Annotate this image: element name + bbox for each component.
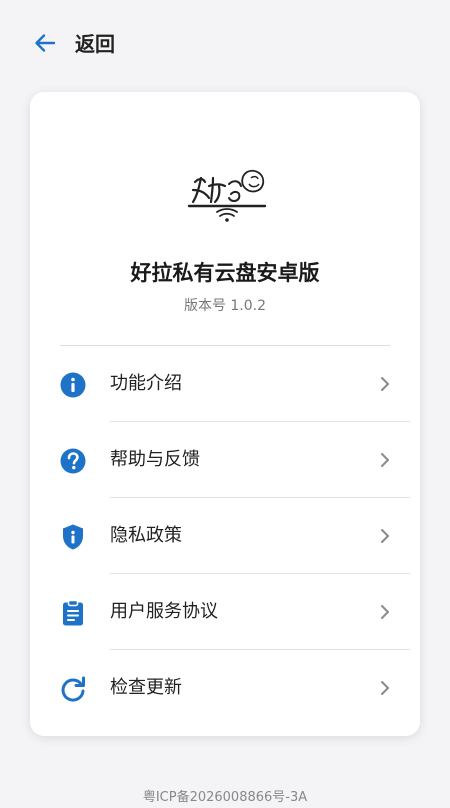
icp-footer[interactable]: 粤ICP备2026008866号-3A: [0, 788, 450, 808]
menu-item-privacy-policy[interactable]: 隐私政策: [30, 498, 420, 574]
menu-item-label: 检查更新: [110, 677, 182, 698]
menu-item-label: 用户服务协议: [110, 601, 218, 622]
menu-item-label: 隐私政策: [110, 525, 182, 546]
menu-item-label: 帮助与反馈: [110, 449, 200, 470]
chevron-right-icon: [381, 681, 389, 695]
header-bar: 返回: [0, 0, 450, 88]
app-logo: [187, 169, 267, 222]
menu-item-features[interactable]: 功能介绍: [30, 346, 420, 422]
back-label[interactable]: 返回: [75, 30, 115, 58]
back-button[interactable]: [30, 28, 60, 58]
menu-item-check-update[interactable]: 检查更新: [30, 650, 420, 726]
chevron-right-icon: [381, 605, 389, 619]
app-name: 好拉私有云盘安卓版: [130, 261, 320, 285]
info-icon: [60, 372, 86, 398]
menu-item-user-agreement[interactable]: 用户服务协议: [30, 574, 420, 650]
about-card: 好拉私有云盘安卓版 版本号 1.0.2 功能介绍 帮助与反馈 隐私政策 用户服务…: [30, 92, 420, 736]
chevron-right-icon: [381, 529, 389, 543]
chevron-right-icon: [381, 453, 389, 467]
clipboard-icon: [63, 599, 83, 626]
shield-icon: [63, 524, 83, 550]
refresh-icon: [61, 676, 85, 702]
menu-list: 功能介绍 帮助与反馈 隐私政策 用户服务协议 检查更新: [30, 346, 420, 726]
menu-item-label: 功能介绍: [110, 373, 182, 394]
help-icon: [60, 448, 86, 474]
app-version: 版本号 1.0.2: [183, 298, 267, 314]
menu-item-help-feedback[interactable]: 帮助与反馈: [30, 422, 420, 498]
arrow-left-icon: [35, 34, 56, 52]
chevron-right-icon: [381, 377, 389, 391]
